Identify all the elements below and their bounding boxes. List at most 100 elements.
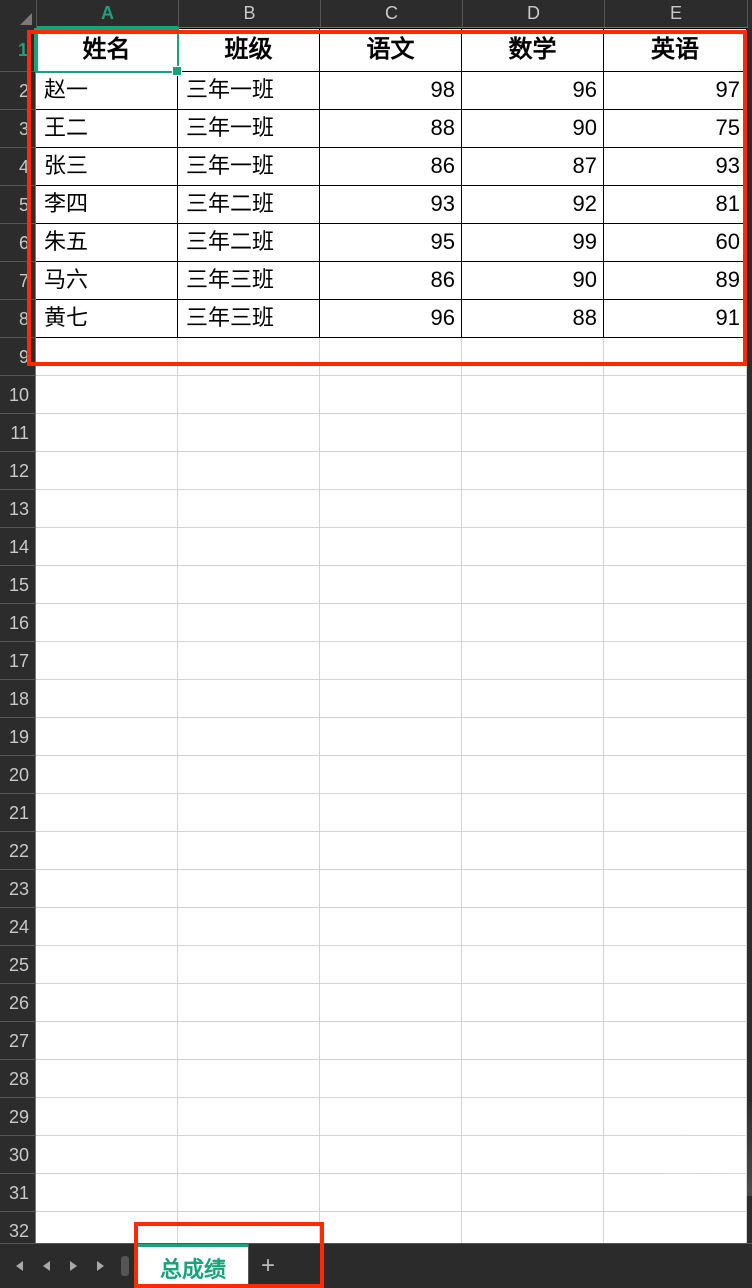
cell-B20[interactable] xyxy=(178,756,320,794)
cell-D18[interactable] xyxy=(462,680,604,718)
cell-A9[interactable] xyxy=(36,338,178,376)
column-header-D[interactable]: D xyxy=(463,0,605,28)
row-header-8[interactable]: 8 xyxy=(0,300,36,338)
cell-B2[interactable]: 三年一班 xyxy=(178,72,320,110)
cell-D1[interactable]: 数学 xyxy=(462,28,604,72)
cell-E22[interactable] xyxy=(604,832,747,870)
cell-A16[interactable] xyxy=(36,604,178,642)
cell-D5[interactable]: 92 xyxy=(462,186,604,224)
cell-B29[interactable] xyxy=(178,1098,320,1136)
cell-B17[interactable] xyxy=(178,642,320,680)
cell-D3[interactable]: 90 xyxy=(462,110,604,148)
column-header-E[interactable]: E xyxy=(605,0,748,28)
cell-A2[interactable]: 赵一 xyxy=(36,72,178,110)
cell-B15[interactable] xyxy=(178,566,320,604)
cell-A14[interactable] xyxy=(36,528,178,566)
sheet-list-scroll-thumb[interactable] xyxy=(121,1256,129,1276)
cell-E20[interactable] xyxy=(604,756,747,794)
cell-D25[interactable] xyxy=(462,946,604,984)
row-header-3[interactable]: 3 xyxy=(0,110,36,148)
cell-D24[interactable] xyxy=(462,908,604,946)
cell-C15[interactable] xyxy=(320,566,462,604)
cell-E11[interactable] xyxy=(604,414,747,452)
cell-C18[interactable] xyxy=(320,680,462,718)
cell-E26[interactable] xyxy=(604,984,747,1022)
cell-D20[interactable] xyxy=(462,756,604,794)
cell-D15[interactable] xyxy=(462,566,604,604)
cell-D31[interactable] xyxy=(462,1174,604,1212)
cell-B4[interactable]: 三年一班 xyxy=(178,148,320,186)
row-header-29[interactable]: 29 xyxy=(0,1098,36,1136)
cell-E14[interactable] xyxy=(604,528,747,566)
cell-A15[interactable] xyxy=(36,566,178,604)
cell-D30[interactable] xyxy=(462,1136,604,1174)
cell-A27[interactable] xyxy=(36,1022,178,1060)
cell-B11[interactable] xyxy=(178,414,320,452)
row-header-2[interactable]: 2 xyxy=(0,72,36,110)
row-header-6[interactable]: 6 xyxy=(0,224,36,262)
cell-D16[interactable] xyxy=(462,604,604,642)
cell-B12[interactable] xyxy=(178,452,320,490)
row-header-15[interactable]: 15 xyxy=(0,566,36,604)
cell-E23[interactable] xyxy=(604,870,747,908)
cell-C3[interactable]: 88 xyxy=(320,110,462,148)
cell-A5[interactable]: 李四 xyxy=(36,186,178,224)
column-header-C[interactable]: C xyxy=(321,0,463,28)
cell-A7[interactable]: 马六 xyxy=(36,262,178,300)
row-header-1[interactable]: 1 xyxy=(0,28,36,72)
cell-A28[interactable] xyxy=(36,1060,178,1098)
row-header-14[interactable]: 14 xyxy=(0,528,36,566)
row-header-22[interactable]: 22 xyxy=(0,832,36,870)
cell-C11[interactable] xyxy=(320,414,462,452)
cell-E30[interactable] xyxy=(604,1136,747,1174)
cell-C5[interactable]: 93 xyxy=(320,186,462,224)
cell-B1[interactable]: 班级 xyxy=(178,28,320,72)
column-header-B[interactable]: B xyxy=(179,0,321,28)
cell-B30[interactable] xyxy=(178,1136,320,1174)
row-header-18[interactable]: 18 xyxy=(0,680,36,718)
cell-C2[interactable]: 98 xyxy=(320,72,462,110)
select-all-corner[interactable] xyxy=(0,0,37,29)
cell-B26[interactable] xyxy=(178,984,320,1022)
cell-A23[interactable] xyxy=(36,870,178,908)
cell-E5[interactable]: 81 xyxy=(604,186,747,224)
row-header-24[interactable]: 24 xyxy=(0,908,36,946)
sheet-nav-prev[interactable] xyxy=(32,1244,60,1288)
cell-B7[interactable]: 三年三班 xyxy=(178,262,320,300)
cell-C30[interactable] xyxy=(320,1136,462,1174)
cell-E3[interactable]: 75 xyxy=(604,110,747,148)
cell-C29[interactable] xyxy=(320,1098,462,1136)
cell-C16[interactable] xyxy=(320,604,462,642)
row-header-26[interactable]: 26 xyxy=(0,984,36,1022)
sheet-list-scrollbar[interactable] xyxy=(116,1244,134,1288)
row-header-23[interactable]: 23 xyxy=(0,870,36,908)
cell-E29[interactable] xyxy=(604,1098,747,1136)
cell-E15[interactable] xyxy=(604,566,747,604)
cell-B9[interactable] xyxy=(178,338,320,376)
cell-A31[interactable] xyxy=(36,1174,178,1212)
row-header-25[interactable]: 25 xyxy=(0,946,36,984)
cell-B14[interactable] xyxy=(178,528,320,566)
cell-E16[interactable] xyxy=(604,604,747,642)
cell-A11[interactable] xyxy=(36,414,178,452)
cell-C24[interactable] xyxy=(320,908,462,946)
cell-E9[interactable] xyxy=(604,338,747,376)
cell-E31[interactable] xyxy=(604,1174,747,1212)
row-header-4[interactable]: 4 xyxy=(0,148,36,186)
cell-D10[interactable] xyxy=(462,376,604,414)
cell-C27[interactable] xyxy=(320,1022,462,1060)
cell-D22[interactable] xyxy=(462,832,604,870)
cell-E7[interactable]: 89 xyxy=(604,262,747,300)
cell-A6[interactable]: 朱五 xyxy=(36,224,178,262)
cell-A24[interactable] xyxy=(36,908,178,946)
cell-C20[interactable] xyxy=(320,756,462,794)
cell-A4[interactable]: 张三 xyxy=(36,148,178,186)
cell-D2[interactable]: 96 xyxy=(462,72,604,110)
cell-C9[interactable] xyxy=(320,338,462,376)
cell-C25[interactable] xyxy=(320,946,462,984)
cell-B22[interactable] xyxy=(178,832,320,870)
cell-A20[interactable] xyxy=(36,756,178,794)
cell-B5[interactable]: 三年二班 xyxy=(178,186,320,224)
cell-E17[interactable] xyxy=(604,642,747,680)
cell-C31[interactable] xyxy=(320,1174,462,1212)
